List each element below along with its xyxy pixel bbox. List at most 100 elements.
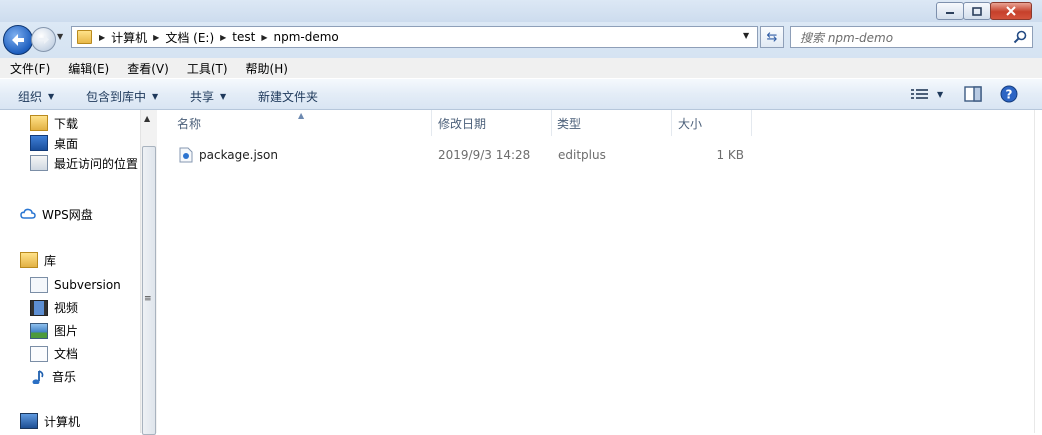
desktop-icon [30,135,48,151]
column-divider[interactable] [431,110,432,136]
column-header-type[interactable]: 类型 [557,110,581,136]
close-button[interactable] [990,2,1032,20]
search-input[interactable]: 搜索 npm-demo [791,29,1013,46]
nav-item-documents[interactable]: 文档 [30,342,121,365]
sort-ascending-icon: ▲ [298,111,305,120]
nav-scrollbar-thumb[interactable] [142,146,156,435]
nav-item-label: Subversion [54,277,121,292]
nav-item-label: 图片 [54,324,79,338]
forward-button[interactable] [31,27,56,52]
back-button[interactable] [3,25,33,55]
folder-icon [77,30,92,44]
pictures-icon [30,322,48,339]
column-divider[interactable] [551,110,552,136]
history-dropdown[interactable]: ▼ [57,32,63,41]
file-name: package.json [199,148,279,162]
nav-item-computer[interactable]: 计算机 [20,411,80,431]
library-icon [20,252,38,268]
nav-item-desktop[interactable]: 桌面 [30,133,138,153]
caption-buttons [936,2,1032,20]
menu-file[interactable]: 文件(F) [0,60,58,77]
column-header-modified[interactable]: 修改日期 [438,110,486,136]
chevron-right-icon[interactable]: ▶ [261,33,267,42]
nav-item-wps[interactable]: WPS网盘 [20,204,93,224]
chevron-down-icon: ▼ [220,92,227,101]
nav-item-label: 计算机 [44,414,81,429]
column-header-size[interactable]: 大小 [678,110,702,136]
chevron-down-icon: ▼ [152,92,159,101]
chevron-down-icon: ▼ [48,92,55,101]
view-list-icon [911,89,928,99]
nav-libraries: Subversion 视频 图片 文档 音乐 [30,273,121,388]
music-icon [32,369,44,384]
menu-view[interactable]: 查看(V) [117,60,177,77]
refresh-icon: ⇆ [766,29,778,45]
minimize-button[interactable] [936,2,964,20]
view-options-button[interactable]: ▼ [911,88,943,100]
back-arrow-icon [12,34,24,46]
nav-item-pictures[interactable]: 图片 [30,319,121,342]
organize-button[interactable]: 组织 ▼ [18,88,54,105]
include-library-label: 包含到库中 [86,90,147,104]
nav-item-recent[interactable]: 最近访问的位置 [30,153,138,173]
nav-favorites: 下载 桌面 最近访问的位置 [30,113,138,173]
nav-item-label: 库 [44,253,57,268]
nav-item-label: WPS网盘 [42,207,93,222]
download-folder-icon [30,115,48,131]
column-header-name[interactable]: 名称 [177,110,201,136]
chevron-right-icon[interactable]: ▶ [220,33,226,42]
search-box[interactable]: 搜索 npm-demo [790,26,1033,48]
column-divider[interactable] [671,110,672,136]
maximize-button[interactable] [963,2,991,20]
nav-item-library[interactable]: 库 [20,250,56,270]
title-bar [0,0,1042,22]
video-icon [30,299,48,316]
new-folder-button[interactable]: 新建文件夹 [258,88,318,105]
nav-item-subversion[interactable]: Subversion [30,273,121,296]
documents-icon [30,345,48,362]
column-header-label: 类型 [557,116,582,131]
column-header-label: 修改日期 [438,116,487,131]
forward-arrow-icon [38,35,49,44]
recent-places-icon [30,155,48,171]
breadcrumb-drive[interactable]: 文档 (E:) [165,29,214,46]
menu-bar: 文件(F) 编辑(E) 查看(V) 工具(T) 帮助(H) [0,58,1042,78]
column-header-label: 名称 [177,116,202,131]
chevron-right-icon[interactable]: ▶ [153,33,159,42]
chevron-down-icon: ▼ [937,89,944,99]
breadcrumb-computer[interactable]: 计算机 [111,29,147,46]
help-button[interactable]: ? [1000,85,1018,106]
file-size: 1 KB [716,148,744,162]
content-scrollbar[interactable] [1034,110,1042,433]
nav-item-label: 桌面 [54,136,79,151]
nav-item-label: 最近访问的位置 [54,156,139,171]
minimize-icon [946,12,954,14]
nav-item-label: 下载 [54,116,79,131]
include-library-button[interactable]: 包含到库中 ▼ [86,88,158,105]
column-divider[interactable] [751,110,752,136]
address-dropdown[interactable]: ▼ [743,31,749,40]
nav-item-label: 文档 [54,347,79,361]
preview-pane-button[interactable] [964,86,982,105]
scroll-up-arrow-icon[interactable]: ▲ [144,114,150,123]
menu-tools[interactable]: 工具(T) [177,60,236,77]
nav-item-label: 音乐 [52,370,77,384]
breadcrumb-npm-demo[interactable]: npm-demo [274,30,339,44]
svg-text:?: ? [1006,88,1013,102]
share-label: 共享 [190,90,215,104]
address-bar[interactable]: ▶ 计算机 ▶ 文档 (E:) ▶ test ▶ npm-demo [71,26,758,48]
menu-edit[interactable]: 编辑(E) [58,60,117,77]
breadcrumb-test[interactable]: test [232,30,255,44]
file-name-cell[interactable]: package.json [179,146,278,164]
computer-icon [20,413,38,429]
chevron-right-icon[interactable]: ▶ [99,33,105,42]
share-button[interactable]: 共享 ▼ [190,88,226,105]
maximize-icon [972,6,982,16]
nav-item-videos[interactable]: 视频 [30,296,121,319]
nav-item-music[interactable]: 音乐 [30,365,121,388]
nav-item-downloads[interactable]: 下载 [30,113,138,133]
file-modified: 2019/9/3 14:28 [438,148,531,162]
refresh-button[interactable]: ⇆ [760,26,784,48]
cloud-icon [20,208,36,219]
menu-help[interactable]: 帮助(H) [236,60,296,77]
